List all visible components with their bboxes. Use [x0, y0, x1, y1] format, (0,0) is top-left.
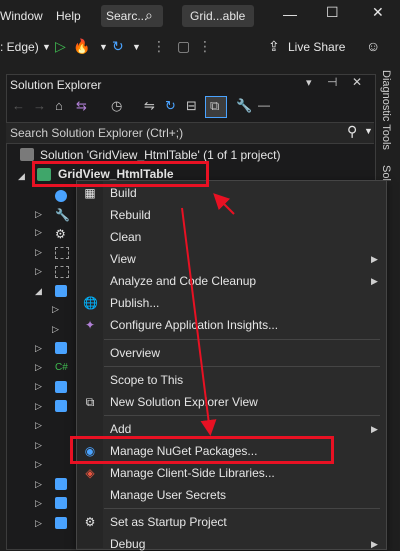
arrow-to-project [213, 193, 235, 215]
arrow-to-nuget [181, 207, 217, 436]
annotation-arrows [181, 193, 235, 436]
